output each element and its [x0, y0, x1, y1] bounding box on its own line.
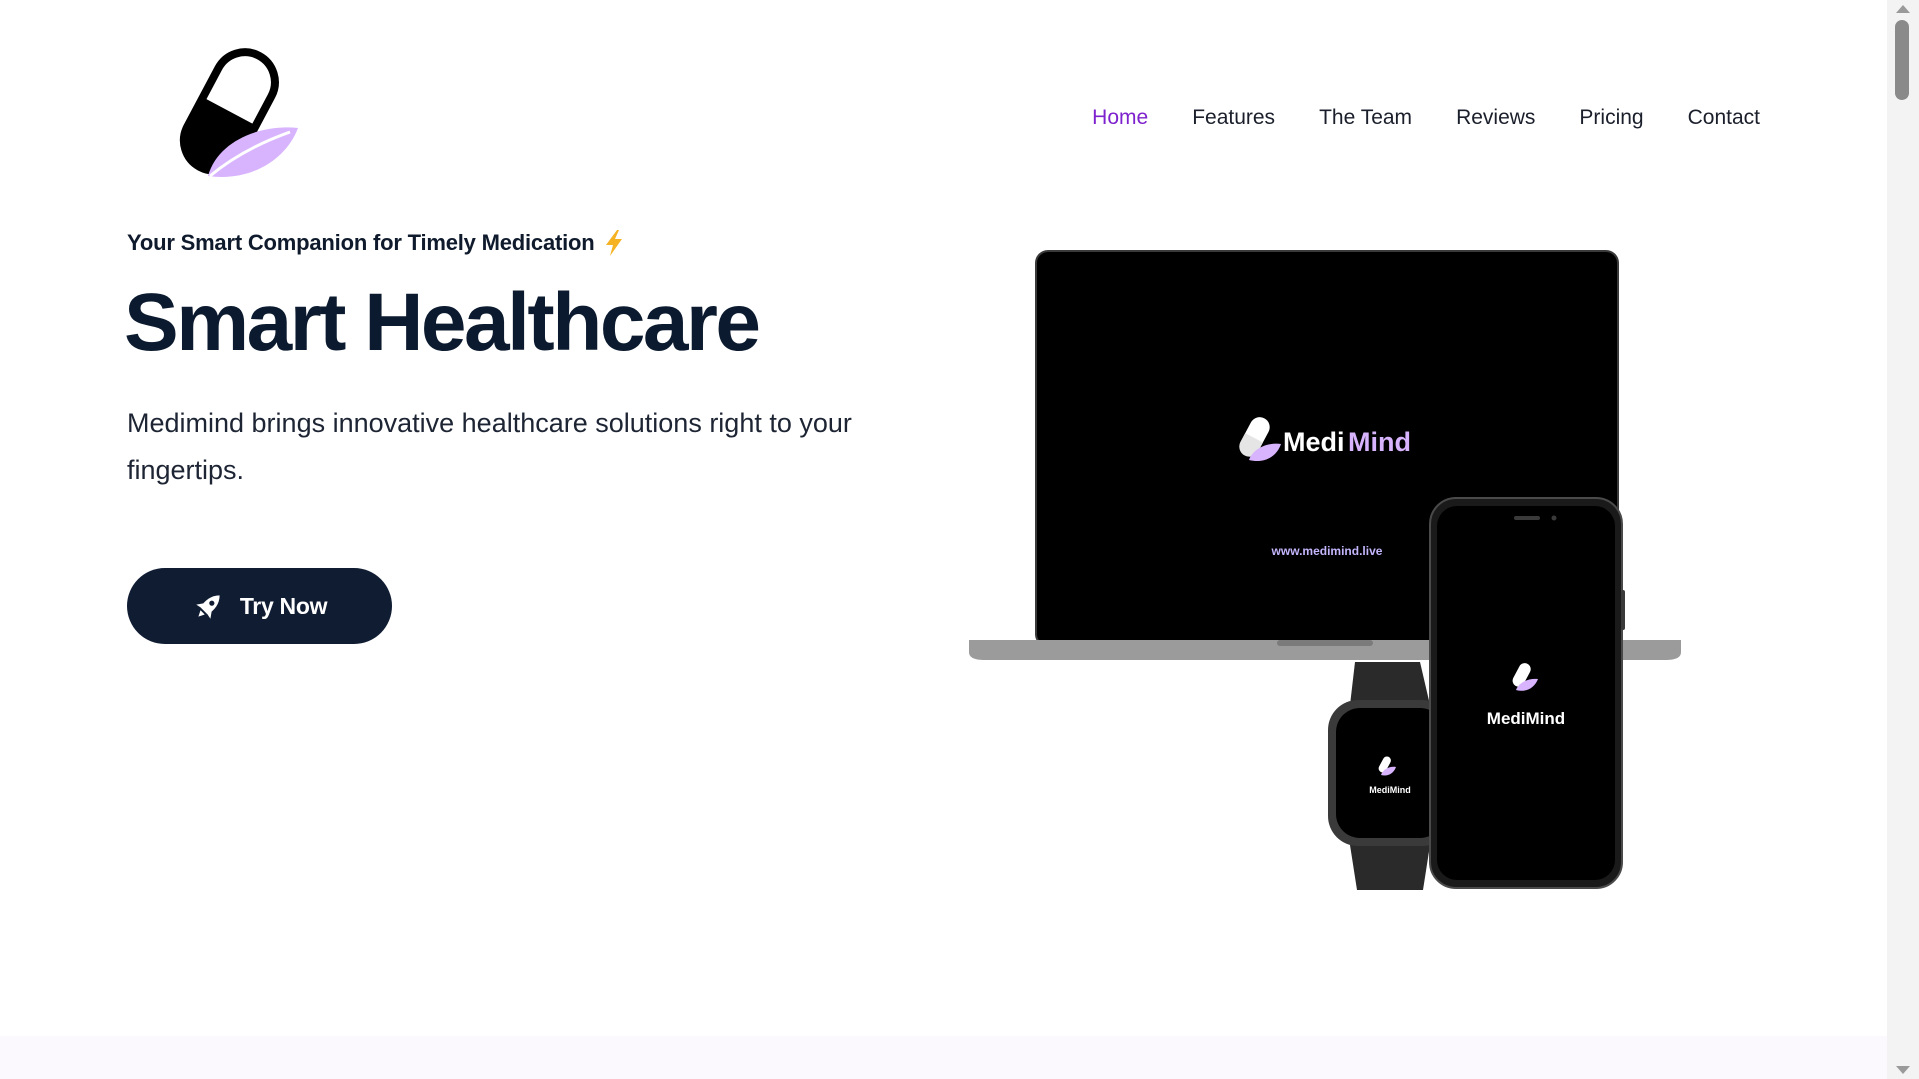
devices-image: Medi Mind www.medimind.live MediMind Med… — [969, 250, 1681, 890]
scrollbar-thumb[interactable] — [1895, 20, 1909, 100]
hero-headline: Smart Healthcare — [124, 277, 761, 368]
laptop-url-text: www.medimind.live — [1271, 544, 1383, 558]
hero-description: Medimind brings innovative healthcare so… — [127, 408, 852, 485]
scroll-down-arrow-icon[interactable] — [1896, 1066, 1910, 1074]
tagline-text: Your Smart Companion for Timely Medicati… — [127, 230, 595, 255]
nav-pricing[interactable]: Pricing — [1579, 106, 1643, 130]
page-scrollbar[interactable] — [1887, 0, 1919, 1079]
laptop-brand-suffix: Mind — [1348, 427, 1411, 457]
try-now-button[interactable]: Try Now — [127, 568, 392, 644]
nav-home[interactable]: Home — [1092, 106, 1148, 130]
capsule-leaf-logo-icon — [179, 48, 298, 178]
rocket-icon — [196, 595, 220, 619]
phone-brand-text: MediMind — [1487, 709, 1565, 728]
scroll-up-arrow-icon[interactable] — [1896, 5, 1910, 13]
nav-features[interactable]: Features — [1192, 106, 1275, 130]
smartphone: MediMind — [1429, 497, 1625, 889]
nav-the-team[interactable]: The Team — [1319, 106, 1412, 130]
lightning-bolt-icon — [605, 230, 622, 256]
watch-brand-text: MediMind — [1369, 785, 1411, 795]
main-nav: Home Features The Team Reviews Pricing C… — [1092, 106, 1760, 130]
laptop-brand-prefix: Medi — [1283, 427, 1345, 457]
page: Home Features The Team Reviews Pricing C… — [0, 0, 1887, 1079]
nav-contact[interactable]: Contact — [1688, 106, 1760, 130]
brand-logo[interactable] — [158, 44, 308, 184]
nav-reviews[interactable]: Reviews — [1456, 106, 1535, 130]
hero-tagline: Your Smart Companion for Timely Medicati… — [127, 229, 625, 257]
try-now-label: Try Now — [239, 592, 328, 619]
device-mockup-illustration: Medi Mind www.medimind.live MediMind Med… — [965, 250, 1685, 890]
next-section-edge — [0, 1036, 1887, 1079]
